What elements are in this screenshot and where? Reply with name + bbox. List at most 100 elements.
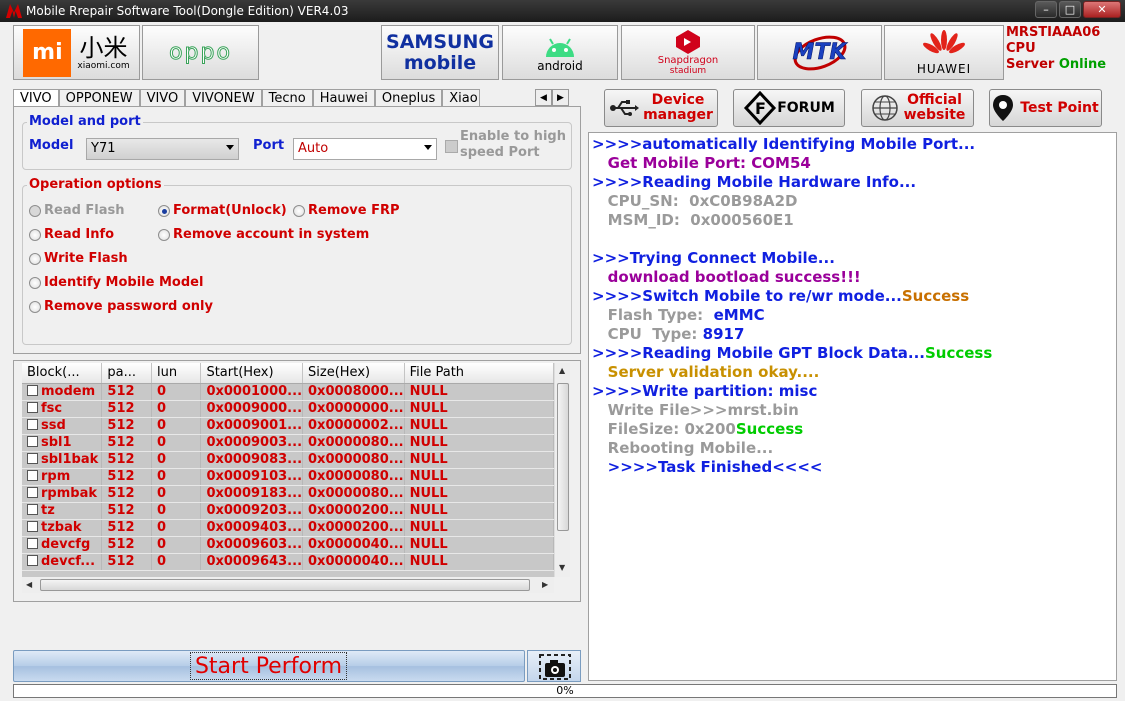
brand-xiaomi-button[interactable]: mi 小米 xiaomi.com: [13, 25, 140, 80]
table-cell: 0: [151, 451, 202, 469]
table-row[interactable]: ssd 512 0 0x0009001... 0x0000002... NULL: [22, 417, 554, 435]
scroll-right-icon[interactable]: ▶: [542, 580, 548, 589]
tab-opponew[interactable]: OPPONEW: [58, 89, 140, 107]
forum-button[interactable]: F FORUM: [733, 89, 845, 127]
brand-oppo-button[interactable]: oppo: [142, 25, 259, 80]
table-cell: devcf...: [22, 553, 103, 571]
table-cell: 0x0000002...: [302, 417, 405, 435]
oppo-logo-label: oppo: [169, 40, 232, 66]
tab-xiaomi[interactable]: Xiao: [442, 89, 481, 107]
log-line: >>>>Task Finished<<<<: [592, 458, 823, 476]
table-cell: 0: [151, 553, 202, 571]
scroll-down-icon[interactable]: ▼: [559, 563, 565, 572]
row-checkbox[interactable]: [27, 555, 38, 566]
scroll-thumb[interactable]: [557, 383, 569, 531]
row-checkbox[interactable]: [27, 521, 38, 532]
row-checkbox[interactable]: [27, 538, 38, 549]
camera-icon: [539, 654, 571, 680]
scroll-up-icon[interactable]: ▲: [559, 366, 565, 375]
scroll-thumb[interactable]: [40, 579, 530, 591]
table-cell: 0x0009183...: [200, 485, 304, 503]
log-line: CPU_SN: 0xC0B98A2D: [592, 192, 798, 210]
vertical-scrollbar[interactable]: ▲ ▼: [554, 363, 570, 577]
status-panel: MRSTIAAA06 CPU Server Online: [1006, 25, 1124, 73]
row-checkbox[interactable]: [27, 402, 38, 413]
table-row[interactable]: tzbak 512 0 0x0009403... 0x0000200... NULL: [22, 519, 554, 537]
port-label: Port: [253, 138, 285, 153]
high-speed-checkbox[interactable]: [445, 140, 458, 153]
column-header-start[interactable]: Start(Hex): [200, 363, 304, 384]
row-checkbox[interactable]: [27, 487, 38, 498]
table-cell: NULL: [404, 383, 554, 401]
table-cell: NULL: [404, 536, 554, 554]
remove-frp-radio[interactable]: Remove FRP: [293, 203, 400, 218]
brand-samsung-button[interactable]: SAMSUNG mobile: [381, 25, 499, 80]
screenshot-button[interactable]: [527, 650, 581, 682]
log-line: >>>Trying Connect Mobile...: [592, 249, 835, 267]
table-row[interactable]: modem 512 0 0x0001000... 0x0008000... NULL: [22, 383, 554, 401]
table-cell: 0x0009203...: [200, 502, 304, 520]
table-row[interactable]: devcf... 512 0 0x0009643... 0x0000040... NULL: [22, 553, 554, 571]
table-cell: NULL: [404, 485, 554, 503]
horizontal-scrollbar[interactable]: ◀ ▶: [22, 577, 554, 593]
column-header-page[interactable]: pa...: [101, 363, 153, 384]
start-perform-button[interactable]: Start Perform: [13, 650, 525, 682]
column-header-filepath[interactable]: File Path: [404, 363, 554, 384]
brand-android-button[interactable]: android: [502, 25, 618, 80]
table-cell: 0x0000080...: [302, 468, 405, 486]
column-header-block[interactable]: Block(...: [22, 363, 103, 384]
row-checkbox[interactable]: [27, 436, 38, 447]
android-icon: [546, 37, 574, 57]
row-checkbox[interactable]: [27, 504, 38, 515]
row-checkbox[interactable]: [27, 470, 38, 481]
log-line: >>>>Switch Mobile to re/wr mode...Succes…: [592, 287, 970, 305]
identify-model-radio[interactable]: Identify Mobile Model: [29, 275, 203, 290]
row-checkbox[interactable]: [27, 419, 38, 430]
scroll-left-icon[interactable]: ◀: [26, 580, 32, 589]
test-point-button[interactable]: Test Point: [989, 89, 1102, 127]
read-flash-radio[interactable]: Read Flash: [29, 203, 125, 218]
log-line: Flash Type: eMMC: [592, 306, 765, 324]
tab-tecno[interactable]: Tecno: [261, 89, 313, 107]
tab-vivo[interactable]: VIVO: [13, 89, 59, 107]
format-unlock-radio[interactable]: Format(Unlock): [158, 203, 287, 218]
table-row[interactable]: fsc 512 0 0x0009000... 0x0000000... NULL: [22, 400, 554, 418]
column-header-size[interactable]: Size(Hex): [302, 363, 405, 384]
minimize-button[interactable]: –: [1035, 1, 1057, 18]
table-cell: 512: [101, 400, 153, 418]
forum-icon: F: [744, 91, 777, 125]
column-header-lun[interactable]: lun: [151, 363, 202, 384]
log-line: >>>>Reading Mobile GPT Block Data...Succ…: [592, 344, 993, 362]
tab-hauwei[interactable]: Hauwei: [312, 89, 375, 107]
row-checkbox[interactable]: [27, 385, 38, 396]
brand-mtk-button[interactable]: MTK: [757, 25, 882, 80]
table-cell: devcfg: [22, 536, 103, 554]
table-row[interactable]: sbl1 512 0 0x0009003... 0x0000080... NULL: [22, 434, 554, 452]
table-row[interactable]: rpm 512 0 0x0009103... 0x0000080... NULL: [22, 468, 554, 486]
read-info-radio[interactable]: Read Info: [29, 227, 114, 242]
maximize-button[interactable]: □: [1059, 1, 1081, 18]
tab-oneplus[interactable]: Oneplus: [374, 89, 443, 107]
table-row[interactable]: sbl1bak 512 0 0x0009083... 0x0000080... NULL: [22, 451, 554, 469]
port-select[interactable]: Auto: [293, 138, 437, 160]
high-speed-label: Enable to high speed Port: [460, 129, 566, 160]
table-row[interactable]: tz 512 0 0x0009203... 0x0000200... NULL: [22, 502, 554, 520]
tab-scroll-right-icon[interactable]: ▶: [552, 89, 569, 106]
remove-account-radio[interactable]: Remove account in system: [158, 227, 369, 242]
table-row[interactable]: rpmbak 512 0 0x0009183... 0x0000080... NULL: [22, 485, 554, 503]
official-website-button[interactable]: Official website: [861, 89, 974, 127]
tab-vivo-2[interactable]: VIVO: [139, 89, 186, 107]
brand-snapdragon-button[interactable]: Snapdragon stadium: [621, 25, 755, 80]
tab-vivonew[interactable]: VIVONEW: [185, 89, 262, 107]
table-row[interactable]: devcfg 512 0 0x0009603... 0x0000040... NULL: [22, 536, 554, 554]
write-flash-radio[interactable]: Write Flash: [29, 251, 128, 266]
device-manager-button[interactable]: Device manager: [604, 89, 718, 127]
row-checkbox[interactable]: [27, 453, 38, 464]
model-select[interactable]: Y71: [86, 138, 239, 160]
table-cell: NULL: [404, 468, 554, 486]
brand-huawei-button[interactable]: HUAWEI: [884, 25, 1004, 80]
table-cell: 0x0000080...: [302, 485, 405, 503]
remove-password-radio[interactable]: Remove password only: [29, 299, 213, 314]
close-button[interactable]: ✕: [1083, 1, 1121, 18]
tab-scroll-left-icon[interactable]: ◀: [535, 89, 552, 106]
